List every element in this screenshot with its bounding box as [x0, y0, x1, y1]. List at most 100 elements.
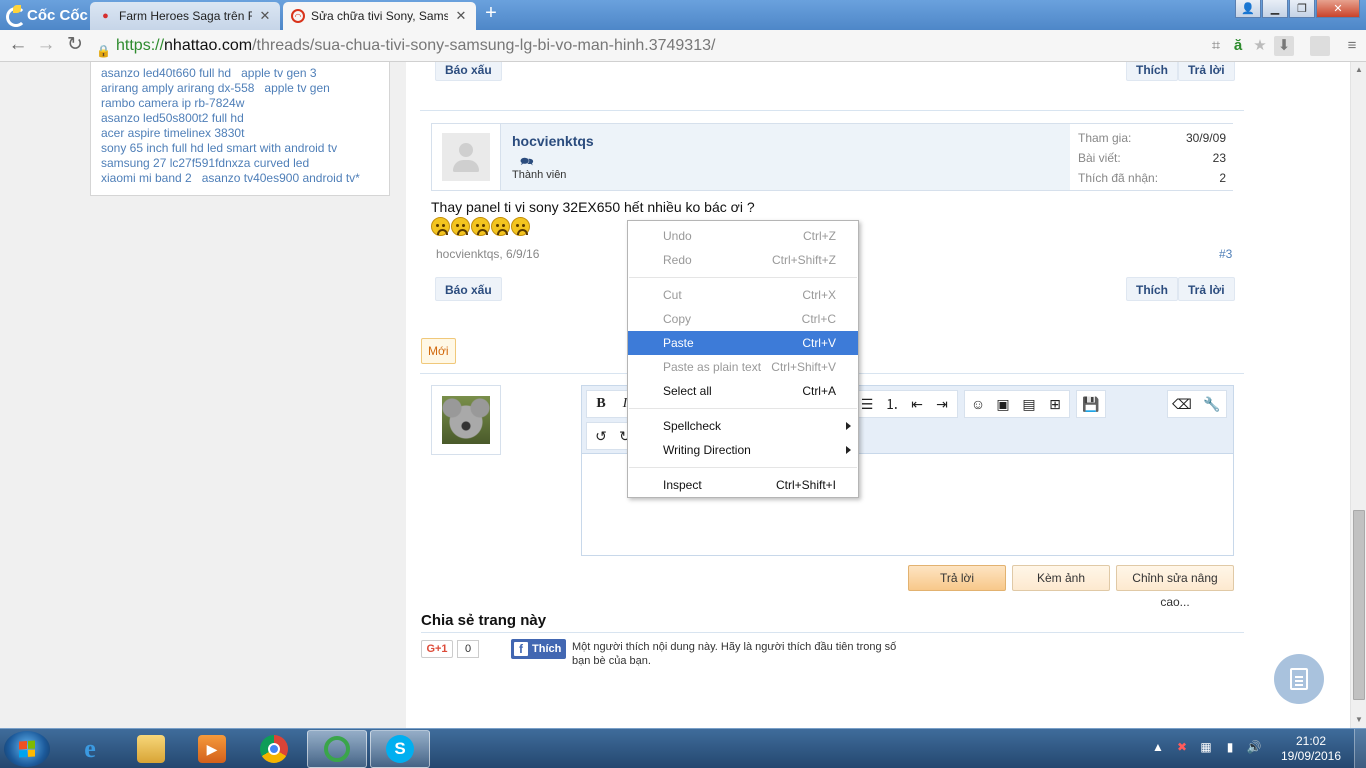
like-button[interactable]: Thích — [1126, 62, 1178, 81]
clock-time: 21:02 — [1295, 734, 1327, 748]
image-icon[interactable]: ▣ — [991, 392, 1015, 416]
show-desktop-button[interactable] — [1354, 729, 1366, 768]
scroll-thumb[interactable] — [1353, 510, 1365, 700]
avatar[interactable] — [432, 124, 501, 190]
menu-item-undo[interactable]: Undo Ctrl+Z — [628, 224, 858, 248]
tag-link[interactable]: samsung 27 lc27f591fdnxza curved led — [101, 156, 309, 170]
tag-link[interactable]: asanzo tv40es900 android tv* — [202, 171, 360, 185]
menu-item-writing-direction[interactable]: Writing Direction — [628, 438, 858, 462]
restore-icon[interactable]: ❐ — [1289, 0, 1315, 18]
tray-network-warning-icon[interactable]: ✖ — [1174, 739, 1190, 755]
taskbar-clock[interactable]: 21:02 19/09/2016 — [1276, 734, 1346, 764]
menu-item-cut[interactable]: Cut Ctrl+X — [628, 283, 858, 307]
post-permalink[interactable]: #3 — [1219, 247, 1232, 261]
close-tab-icon[interactable]: ✕ — [454, 8, 468, 24]
new-badge: Mới — [421, 338, 456, 364]
sad-emoji-icon — [471, 217, 490, 236]
bold-icon[interactable]: B — [589, 392, 613, 416]
reload-icon[interactable]: ↻ — [63, 34, 87, 58]
gplus-button[interactable]: G+1 — [421, 640, 453, 658]
floating-document-button[interactable] — [1274, 654, 1324, 704]
scroll-down-icon[interactable]: ▼ — [1351, 712, 1366, 728]
skype-icon: S — [386, 735, 414, 763]
advanced-edit-button[interactable]: Chỉnh sửa nâng cao... — [1116, 565, 1234, 609]
like-button[interactable]: Thích — [1126, 277, 1178, 301]
tray-printer-icon[interactable]: ▦ — [1198, 739, 1214, 755]
vietnamese-input-icon[interactable]: ă — [1228, 36, 1248, 56]
tag-link[interactable]: asanzo led50s800t2 full hd — [101, 111, 244, 125]
insert-more-icon[interactable]: ⊞ — [1043, 392, 1067, 416]
new-tab-button[interactable]: + — [480, 3, 502, 24]
menu-item-paste-as-plain-text[interactable]: Paste as plain text Ctrl+Shift+V — [628, 355, 858, 379]
menu-item-redo[interactable]: Redo Ctrl+Shift+Z — [628, 248, 858, 272]
url-host: nhattao.com — [164, 37, 253, 54]
taskbar-explorer[interactable] — [121, 730, 181, 768]
minimize-icon[interactable]: ▁ — [1262, 0, 1288, 18]
outdent-icon[interactable]: ⇤ — [905, 392, 929, 416]
forward-arrow-icon[interactable]: → — [34, 34, 58, 58]
media-icon[interactable]: ▤ — [1017, 392, 1041, 416]
back-arrow-icon[interactable]: ← — [6, 34, 30, 58]
user-stats: Tham gia: 30/9/09 Bài viết: 23 Thích đã … — [1070, 124, 1234, 190]
translate-icon[interactable]: ⌗ — [1206, 36, 1226, 56]
menu-item-inspect[interactable]: Inspect Ctrl+Shift+I — [628, 473, 858, 497]
eraser-icon[interactable]: ⌫ — [1170, 392, 1194, 416]
taskbar-ie[interactable]: e — [60, 730, 120, 768]
report-button[interactable]: Báo xấu — [435, 277, 502, 301]
tab-farm-heroes[interactable]: ● Farm Heroes Saga trên Fac ✕ — [90, 2, 280, 30]
download-icon[interactable]: ⬇ — [1274, 36, 1294, 56]
tray-expand-icon[interactable]: ▲ — [1150, 739, 1166, 755]
smiley-icon[interactable]: ☺ — [966, 392, 990, 416]
menu-item-select-all[interactable]: Select all Ctrl+A — [628, 379, 858, 403]
current-user-avatar[interactable] — [431, 385, 501, 455]
close-tab-icon[interactable]: ✕ — [258, 8, 272, 24]
tag-link[interactable]: asanzo led40t660 full hd — [101, 66, 231, 80]
menu-item-spellcheck[interactable]: Spellcheck — [628, 414, 858, 438]
page-scrollbar[interactable]: ▲ ▼ — [1350, 62, 1366, 728]
tag-link[interactable]: apple tv gen — [264, 81, 329, 95]
taskbar-skype[interactable]: S — [370, 730, 430, 768]
taskbar-coccoc[interactable] — [307, 730, 367, 768]
windows-taskbar: e ▶ S ▲ ✖ ▦ ▮ 🔊 21:02 19/09/2016 — [0, 728, 1366, 768]
tag-link[interactable]: sony 65 inch full hd led smart with andr… — [101, 141, 337, 155]
tray-signal-icon[interactable]: ▮ — [1222, 739, 1238, 755]
address-bar[interactable]: 🔒 https:// nhattao.com /threads/sua-chua… — [96, 34, 1206, 58]
menu-icon[interactable]: ≡ — [1342, 36, 1362, 56]
taskbar-media-player[interactable]: ▶ — [182, 730, 242, 768]
submenu-arrow-icon — [846, 422, 851, 430]
undo-icon[interactable]: ↺ — [589, 424, 613, 448]
post-username[interactable]: hocvienktqs — [512, 133, 594, 149]
tag-link[interactable]: arirang amply arirang dx-558 — [101, 81, 254, 95]
menu-item-paste[interactable]: Paste Ctrl+V — [628, 331, 858, 355]
start-button[interactable] — [4, 731, 50, 767]
browser-logo[interactable]: Cốc Cốc — [0, 0, 88, 30]
facebook-like-button[interactable]: f Thích — [511, 639, 567, 659]
tag-link[interactable]: acer aspire timelinex 3830t — [101, 126, 244, 140]
menu-item-copy[interactable]: Copy Ctrl+C — [628, 307, 858, 331]
bookmark-star-icon[interactable]: ★ — [1250, 36, 1270, 56]
report-button[interactable]: Báo xấu — [435, 62, 502, 81]
close-window-icon[interactable]: ✕ — [1316, 0, 1360, 18]
save-draft-icon[interactable]: 💾 — [1079, 392, 1103, 416]
menu-item-shortcut: Ctrl+Shift+Z — [771, 253, 836, 267]
post-meta[interactable]: hocvienktqs, 6/9/16 — [436, 247, 539, 261]
reply-button[interactable]: Trả lời — [1178, 62, 1235, 81]
profile-icon[interactable]: 👤 — [1235, 0, 1261, 18]
taskbar-chrome[interactable] — [244, 730, 304, 768]
tag-link[interactable]: apple tv gen 3 — [241, 66, 316, 80]
reply-button[interactable]: Trả lời — [1178, 277, 1235, 301]
extension-icon[interactable] — [1310, 36, 1330, 56]
scroll-up-icon[interactable]: ▲ — [1351, 62, 1366, 78]
tag-link[interactable]: rambo camera ip rb-7824w — [101, 96, 244, 110]
indent-icon[interactable]: ⇥ — [930, 392, 954, 416]
submit-reply-button[interactable]: Trả lời — [908, 565, 1006, 591]
media-player-icon: ▶ — [198, 735, 226, 763]
numbered-list-icon[interactable]: ⒈ — [880, 392, 904, 416]
tray-volume-icon[interactable]: 🔊 — [1246, 739, 1262, 755]
tab-nhattao[interactable]: ◠ Sửa chữa tivi Sony, Samsu ✕ — [283, 2, 476, 30]
wrench-icon[interactable]: 🔧 — [1200, 392, 1224, 416]
tag-link[interactable]: xiaomi mi band 2 — [101, 171, 192, 185]
submenu-arrow-icon — [846, 446, 851, 454]
attach-image-button[interactable]: Kèm ảnh — [1012, 565, 1110, 591]
url-scheme: https:// — [116, 37, 165, 54]
